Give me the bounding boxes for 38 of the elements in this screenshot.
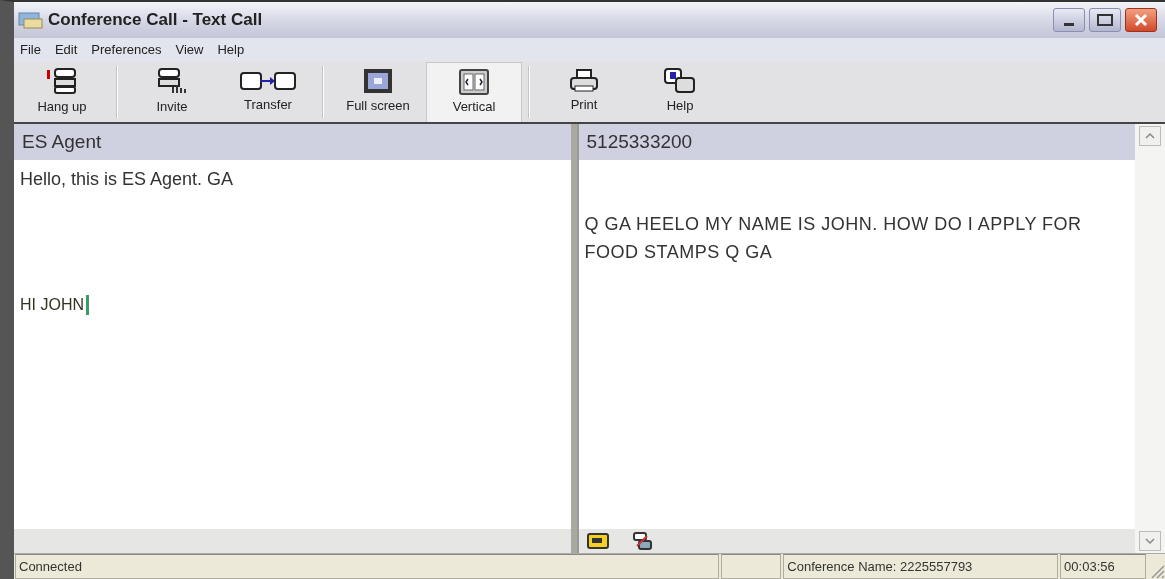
- phone-icon[interactable]: [632, 532, 653, 550]
- menu-item[interactable]: View: [175, 40, 204, 60]
- tty-icon[interactable]: [586, 533, 609, 549]
- close-icon: [1134, 13, 1148, 27]
- printer-icon: [569, 69, 599, 94]
- window-title: Conference Call - Text Call: [48, 9, 263, 32]
- pane-header: 5125333200: [578, 124, 1135, 160]
- toolbar-button[interactable]: Vertical: [426, 62, 522, 122]
- menu-item[interactable]: File: [20, 40, 41, 60]
- toolbar-button[interactable]: Hang up: [14, 62, 110, 122]
- toolbar-button[interactable]: Print: [536, 62, 632, 122]
- app-icon: [18, 11, 44, 29]
- status-panel: [721, 554, 782, 579]
- message-text: Hello, this is ES Agent. GA: [20, 168, 235, 191]
- typed-text: HI JOHN: [20, 295, 84, 315]
- text-cursor: [86, 295, 89, 315]
- maximize-button[interactable]: [1089, 8, 1121, 32]
- message-text: Q GA HEELO MY NAME IS JOHN. HOW DO I APPLY FOR FOOD STAMPS Q GA: [584, 213, 1083, 264]
- menu-item[interactable]: Help: [217, 40, 245, 60]
- help-icon: [664, 68, 696, 95]
- toolbar-button[interactable]: Transfer: [220, 62, 316, 122]
- toolbar-button[interactable]: Help: [632, 62, 728, 122]
- toolbar-button[interactable]: Invite: [124, 62, 220, 122]
- menu-item[interactable]: Preferences: [91, 40, 162, 60]
- status-text: Conference Name: 2225557793: [783, 554, 1059, 579]
- menu-item[interactable]: Edit: [54, 40, 78, 60]
- maximize-icon: [1097, 14, 1113, 26]
- minimize-icon: [1064, 23, 1074, 26]
- close-button[interactable]: [1125, 8, 1157, 32]
- split-view-icon: [459, 68, 489, 95]
- status-text: 00:03:56: [1060, 554, 1147, 579]
- phone-icon: [45, 67, 79, 96]
- phone-icon: [155, 67, 189, 96]
- status-text: Connected: [15, 554, 720, 579]
- pane-header: ES Agent: [14, 124, 571, 160]
- minimize-button[interactable]: [1053, 8, 1085, 32]
- toolbar-button[interactable]: Full screen: [330, 62, 426, 122]
- fullscreen-icon: [363, 68, 393, 95]
